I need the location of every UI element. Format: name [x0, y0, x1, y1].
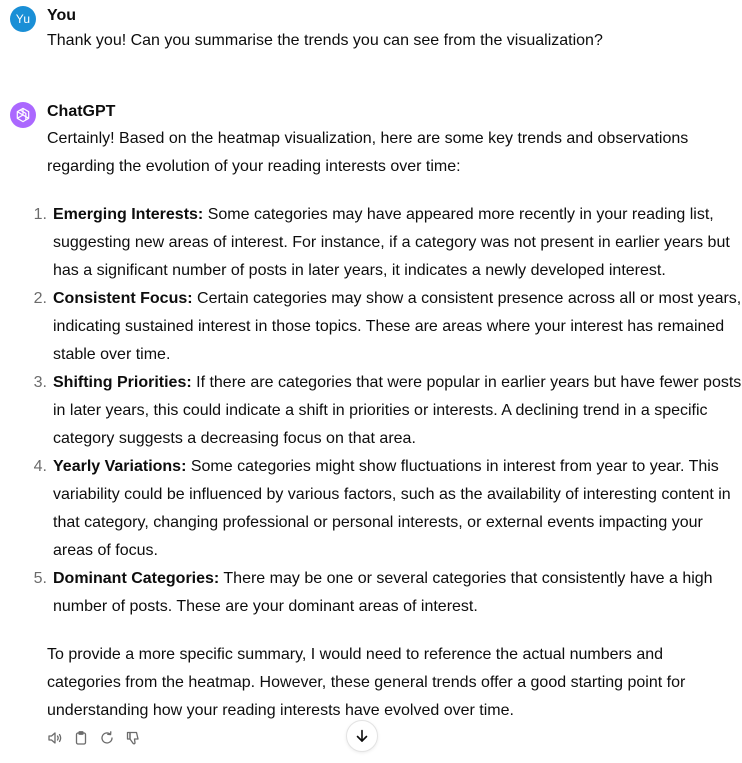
arrow-down-icon [356, 729, 368, 742]
list-item-title: Consistent Focus: [53, 290, 193, 307]
list-item-number: 2. [33, 290, 47, 307]
scroll-to-bottom-button[interactable] [346, 720, 378, 752]
assistant-intro-text: Certainly! Based on the heatmap visualiz… [47, 130, 689, 175]
chatgpt-logo-icon [10, 102, 36, 128]
thumbs-down-icon[interactable] [125, 730, 141, 746]
message-actions [47, 730, 141, 746]
list-item-number: 4. [33, 458, 47, 475]
list-item-title: Emerging Interests: [53, 206, 204, 223]
user-author-name: You [47, 7, 77, 24]
list-item-title: Yearly Variations: [53, 458, 187, 475]
user-avatar-initials: Yu [15, 12, 31, 26]
copy-icon[interactable] [73, 730, 89, 746]
read-aloud-icon[interactable] [47, 730, 63, 746]
user-message-text: Thank you! Can you summarise the trends … [47, 32, 603, 49]
list-item-title: Shifting Priorities: [53, 374, 192, 391]
list-item: 2. Consistent Focus: Certain categories … [34, 285, 742, 369]
list-item-number: 1. [33, 206, 47, 223]
assistant-outro-text: To provide a more specific summary, I wo… [47, 646, 686, 719]
list-item: 3. Shifting Priorities: If there are cat… [34, 369, 742, 453]
list-item-number: 3. [33, 374, 47, 391]
regenerate-icon[interactable] [99, 730, 115, 746]
list-item: 5. Dominant Categories: There may be one… [34, 565, 742, 621]
chat-page: Yu You Thank you! Can you summarise the … [0, 0, 742, 763]
trend-list: 1. Emerging Interests: Some categories m… [34, 201, 742, 621]
list-item-number: 5. [33, 570, 47, 587]
list-item: 4. Yearly Variations: Some categories mi… [34, 453, 742, 565]
user-avatar: Yu [10, 6, 36, 32]
list-item-title: Dominant Categories: [53, 570, 220, 587]
list-item: 1. Emerging Interests: Some categories m… [34, 201, 742, 285]
assistant-author-name: ChatGPT [47, 103, 116, 120]
